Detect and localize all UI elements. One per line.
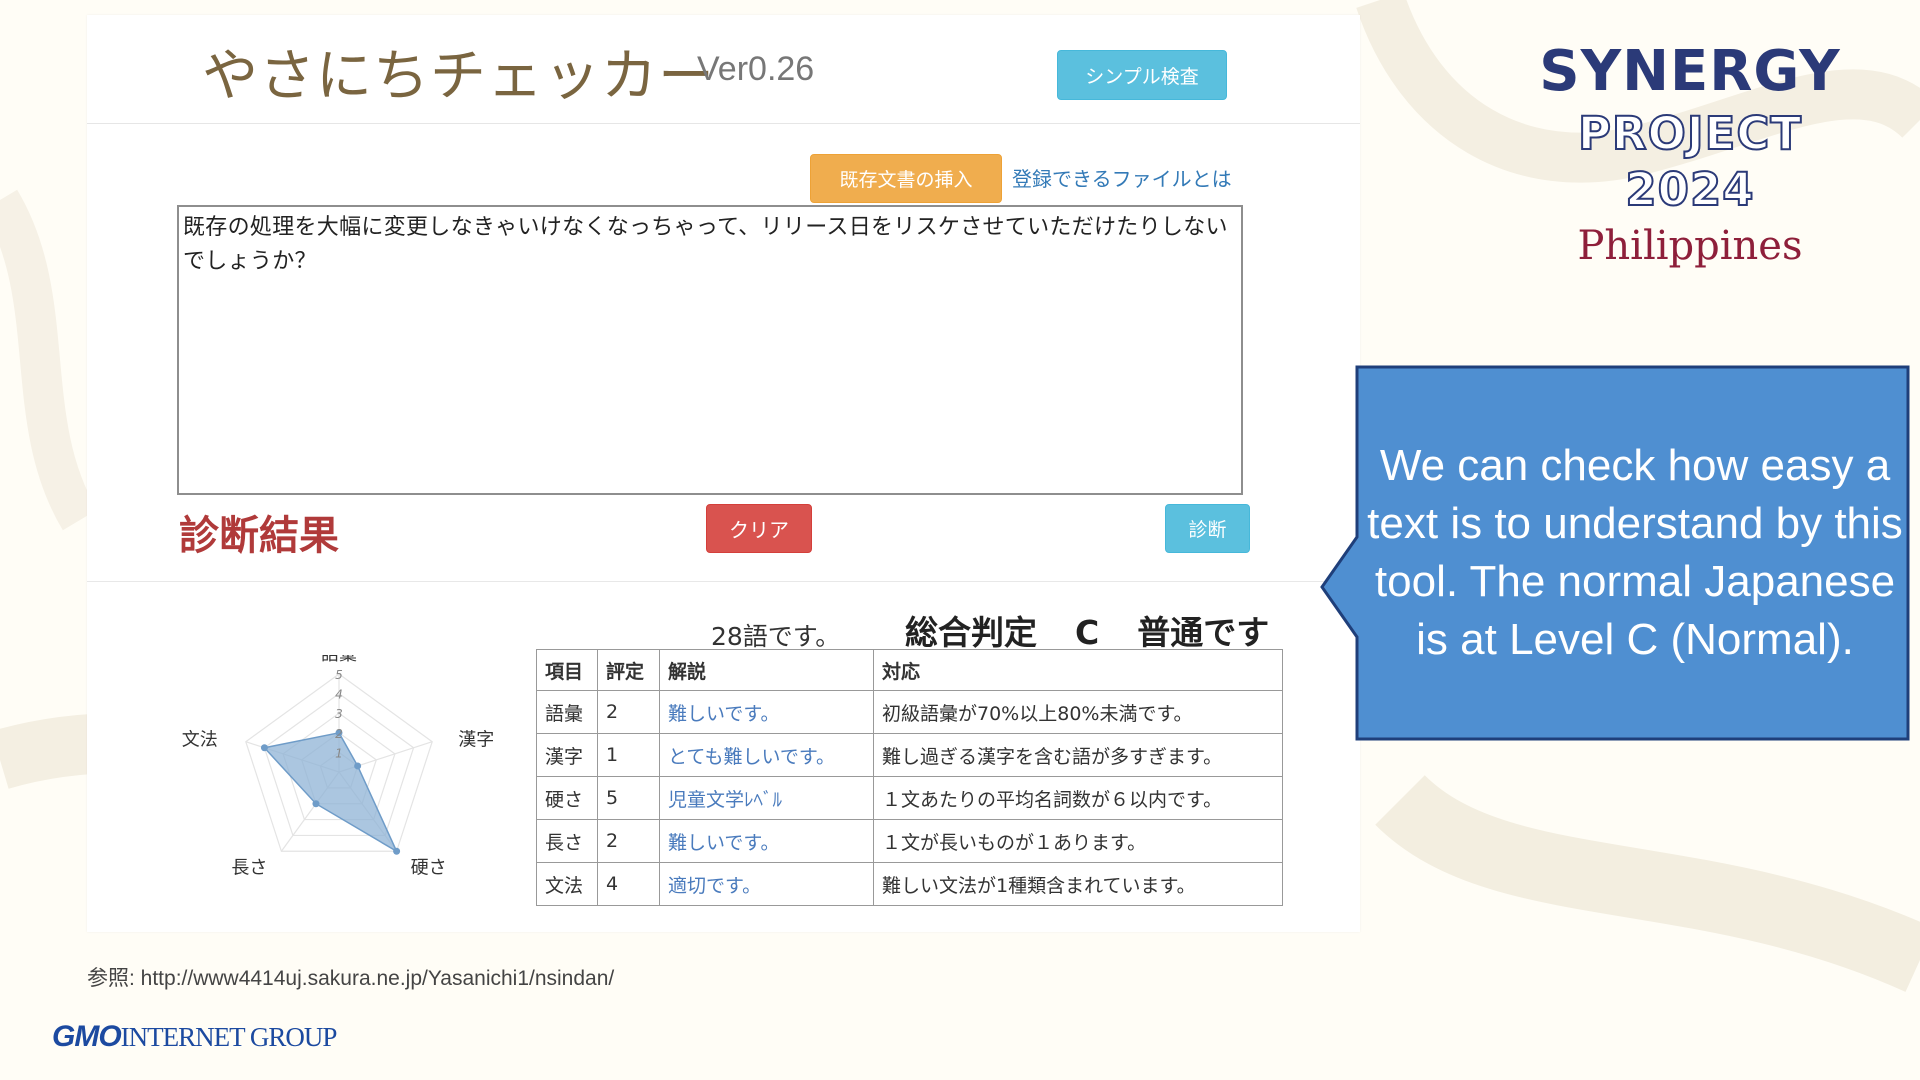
text-input-area[interactable]: 既存の処理を大幅に変更しなきゃいけなくなっちゃって、リリース日をリスケさせていた… [177, 205, 1243, 495]
row-description-link[interactable]: 児童文学ﾚﾍﾞﾙ [659, 776, 874, 820]
app-header: やさにちチェッカー Ver0.26 シンプル検査 [87, 15, 1360, 124]
table-row: 語彙 2 難しいです。 初級語彙が70%以上80%未満です。 [536, 690, 1283, 734]
row-response: 難し過ぎる漢字を含む語が多すぎます。 [873, 733, 1283, 777]
row-score: 2 [597, 819, 660, 863]
gmo-logo-mark: GMO [52, 1020, 122, 1053]
radar-axis-label: 語彙 [321, 655, 357, 665]
header-description: 解説 [659, 649, 874, 691]
score-table: 項目 評定 解説 対応 語彙 2 難しいです。 初級語彙が70%以上80%未満で… [536, 649, 1283, 906]
row-item: 文法 [536, 862, 598, 906]
radar-data-point [260, 744, 268, 752]
row-score: 4 [597, 862, 660, 906]
row-response: 難しい文法が1種類含まれています。 [873, 862, 1283, 906]
radar-scale-label: 1 [335, 746, 343, 760]
row-score: 2 [597, 690, 660, 734]
table-header-row: 項目 評定 解説 対応 [536, 649, 1283, 691]
row-response: 初級語彙が70%以上80%未満です。 [873, 690, 1283, 734]
reference-url: 参照: http://www4414uj.sakura.ne.jp/Yasani… [87, 967, 615, 990]
radar-data-point [354, 762, 362, 770]
diagnose-button[interactable]: 診断 [1165, 504, 1250, 553]
insert-document-button[interactable]: 既存文書の挿入 [810, 154, 1002, 203]
overall-grade: C [1075, 613, 1100, 652]
synergy-logo-line2: PROJECT 2024 [1577, 106, 1803, 217]
header-item: 項目 [536, 649, 598, 691]
row-item: 漢字 [536, 733, 598, 777]
gmo-logo-text: INTERNET GROUP [120, 1022, 338, 1052]
overall-label: 総合判定 [905, 613, 1037, 652]
radar-axis-label: 文法 [182, 730, 218, 751]
registrable-files-link[interactable]: 登録できるファイルとは [1012, 163, 1232, 192]
table-row: 硬さ 5 児童文学ﾚﾍﾞﾙ １文あたりの平均名詞数が６以内です。 [536, 776, 1283, 820]
header-response: 対応 [873, 649, 1283, 691]
clear-button[interactable]: クリア [706, 504, 812, 553]
row-response: １文あたりの平均名詞数が６以内です。 [873, 776, 1283, 820]
radar-axis-label: 漢字 [458, 730, 494, 751]
row-item: 語彙 [536, 690, 598, 734]
radar-scale-label: 2 [335, 727, 343, 741]
radar-chart: 5 4 3 2 1 語彙漢字硬さ 長さ 文法 [182, 655, 494, 878]
radar-data-area [262, 731, 399, 854]
app-title: やさにちチェッカー [202, 44, 715, 109]
table-row: 長さ 2 難しいです。 １文が長いものが１あります。 [536, 819, 1283, 863]
app-screenshot-panel: やさにちチェッカー Ver0.26 シンプル検査 既存文書の挿入 登録できるファ… [87, 15, 1360, 932]
row-response: １文が長いものが１あります。 [873, 819, 1283, 863]
radar-data-point [393, 847, 401, 855]
row-item: 長さ [536, 819, 598, 863]
word-count: 28語です。 [711, 622, 841, 651]
app-version: Ver0.26 [697, 50, 815, 88]
header-score: 評定 [597, 649, 660, 691]
row-description-link[interactable]: 適切です。 [659, 862, 874, 906]
row-score: 5 [597, 776, 660, 820]
callout-text: We can check how easy a text is to under… [1367, 440, 1903, 664]
radar-axis-label: 硬さ [411, 857, 447, 878]
simple-check-button[interactable]: シンプル検査 [1057, 50, 1227, 100]
radar-scale-label: 3 [335, 707, 343, 721]
result-heading: 診断結果 [179, 513, 339, 559]
row-item: 硬さ [536, 776, 598, 820]
table-row: 漢字 1 とても難しいです。 難し過ぎる漢字を含む語が多すぎます。 [536, 733, 1283, 777]
overall-judgement: 総合判定 C 普通です [905, 606, 1269, 654]
synergy-logo-line3: Philippines [1577, 223, 1803, 269]
overall-verdict: 普通です [1137, 613, 1270, 652]
table-row: 文法 4 適切です。 難しい文法が1種類含まれています。 [536, 862, 1283, 906]
radar-scale-label: 5 [335, 668, 343, 682]
synergy-logo-line1: SYNERGY [1539, 39, 1841, 104]
row-description-link[interactable]: 難しいです。 [659, 690, 874, 734]
section-divider [87, 581, 1360, 582]
radar-scale-label: 4 [335, 688, 343, 702]
radar-axis-label: 長さ [231, 857, 267, 878]
radar-data-point [312, 800, 320, 808]
synergy-project-logo: SYNERGY PROJECT 2024 Philippines [1510, 38, 1870, 274]
row-description-link[interactable]: 難しいです。 [659, 819, 874, 863]
gmo-logo: GMOINTERNET GROUP [52, 1020, 338, 1054]
row-description-link[interactable]: とても難しいです。 [659, 733, 874, 777]
row-score: 1 [597, 733, 660, 777]
